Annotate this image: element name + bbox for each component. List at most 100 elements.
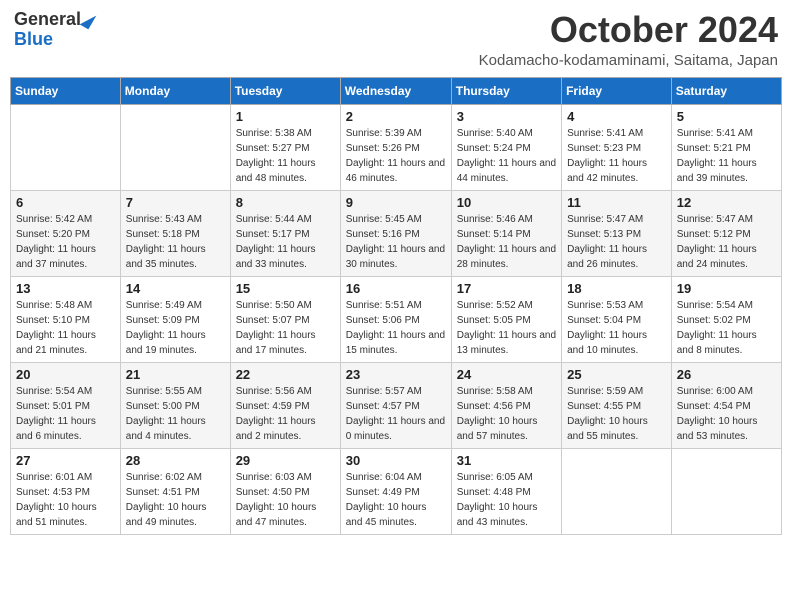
calendar-cell: 11Sunrise: 5:47 AM Sunset: 5:13 PM Dayli… [562, 190, 672, 276]
calendar-cell: 30 Sunrise: 6:04 AM Sunset: 4:49 PM Dayli… [340, 448, 451, 534]
day-info: Sunrise: 5:45 AM Sunset: 5:16 PM Dayligh… [346, 212, 446, 272]
day-info: Sunrise: 5:48 AM Sunset: 5:10 PM Dayligh… [16, 298, 115, 358]
calendar-cell: 14Sunrise: 5:49 AM Sunset: 5:09 PM Dayli… [120, 276, 230, 362]
calendar-cell: 22Sunrise: 5:56 AM Sunset: 4:59 PM Dayli… [230, 362, 340, 448]
calendar-header-row: SundayMondayTuesdayWednesdayThursdayFrid… [11, 77, 782, 104]
day-info: Sunrise: 5:50 AM Sunset: 5:07 PM Dayligh… [236, 298, 335, 358]
day-info: Sunrise: 5:58 AM Sunset: 4:56 PM Dayligh… [457, 384, 556, 444]
calendar-cell: 4 Sunrise: 5:41 AM Sunset: 5:23 PM Daylig… [562, 104, 672, 190]
calendar-cell: 16 Sunrise: 5:51 AM Sunset: 5:06 PM Dayli… [340, 276, 451, 362]
calendar-week-4: 20 Sunrise: 5:54 AM Sunset: 5:01 PM Dayli… [11, 362, 782, 448]
calendar-subtitle: Kodamacho-kodamaminami, Saitama, Japan [479, 52, 778, 69]
calendar-cell: 2Sunrise: 5:39 AM Sunset: 5:26 PM Daylig… [340, 104, 451, 190]
calendar-week-5: 27Sunrise: 6:01 AM Sunset: 4:53 PM Dayli… [11, 448, 782, 534]
calendar-cell: 3 Sunrise: 5:40 AM Sunset: 5:24 PM Daylig… [451, 104, 561, 190]
day-info: Sunrise: 5:41 AM Sunset: 5:21 PM Dayligh… [677, 126, 776, 186]
page-header: General Blue October 2024 Kodamacho-koda… [10, 10, 782, 69]
day-info: Sunrise: 5:41 AM Sunset: 5:23 PM Dayligh… [567, 126, 666, 186]
title-block: October 2024 Kodamacho-kodamaminami, Sai… [479, 10, 778, 69]
calendar-cell: 29 Sunrise: 6:03 AM Sunset: 4:50 PM Dayli… [230, 448, 340, 534]
logo-blue: Blue [14, 30, 53, 50]
day-info: Sunrise: 5:47 AM Sunset: 5:12 PM Dayligh… [677, 212, 776, 272]
day-info: Sunrise: 5:42 AM Sunset: 5:20 PM Dayligh… [16, 212, 115, 272]
day-info: Sunrise: 6:05 AM Sunset: 4:48 PM Dayligh… [457, 470, 556, 530]
day-number: 6 [16, 195, 115, 210]
day-info: Sunrise: 6:00 AM Sunset: 4:54 PM Dayligh… [677, 384, 776, 444]
day-number: 23 [346, 367, 446, 382]
calendar-cell: 6 Sunrise: 5:42 AM Sunset: 5:20 PM Daylig… [11, 190, 121, 276]
calendar-cell: 18 Sunrise: 5:53 AM Sunset: 5:04 PM Dayli… [562, 276, 672, 362]
day-info: Sunrise: 5:39 AM Sunset: 5:26 PM Dayligh… [346, 126, 446, 186]
day-number: 24 [457, 367, 556, 382]
header-saturday: Saturday [671, 77, 781, 104]
day-number: 16 [346, 281, 446, 296]
day-info: Sunrise: 5:52 AM Sunset: 5:05 PM Dayligh… [457, 298, 556, 358]
day-number: 7 [126, 195, 225, 210]
day-info: Sunrise: 5:59 AM Sunset: 4:55 PM Dayligh… [567, 384, 666, 444]
day-info: Sunrise: 6:03 AM Sunset: 4:50 PM Dayligh… [236, 470, 335, 530]
day-number: 1 [236, 109, 335, 124]
day-info: Sunrise: 5:54 AM Sunset: 5:01 PM Dayligh… [16, 384, 115, 444]
day-number: 30 [346, 453, 446, 468]
header-monday: Monday [120, 77, 230, 104]
day-number: 21 [126, 367, 225, 382]
calendar-cell: 27Sunrise: 6:01 AM Sunset: 4:53 PM Dayli… [11, 448, 121, 534]
calendar-week-1: 1 Sunrise: 5:38 AM Sunset: 5:27 PM Daylig… [11, 104, 782, 190]
day-info: Sunrise: 5:54 AM Sunset: 5:02 PM Dayligh… [677, 298, 776, 358]
calendar-cell [671, 448, 781, 534]
day-number: 19 [677, 281, 776, 296]
day-number: 26 [677, 367, 776, 382]
calendar-cell: 12Sunrise: 5:47 AM Sunset: 5:12 PM Dayli… [671, 190, 781, 276]
logo-icon [80, 10, 97, 29]
calendar-cell: 1 Sunrise: 5:38 AM Sunset: 5:27 PM Daylig… [230, 104, 340, 190]
day-info: Sunrise: 5:55 AM Sunset: 5:00 PM Dayligh… [126, 384, 225, 444]
calendar-title: October 2024 [479, 10, 778, 50]
day-number: 31 [457, 453, 556, 468]
calendar-cell [11, 104, 121, 190]
calendar-week-2: 6 Sunrise: 5:42 AM Sunset: 5:20 PM Daylig… [11, 190, 782, 276]
day-info: Sunrise: 5:44 AM Sunset: 5:17 PM Dayligh… [236, 212, 335, 272]
calendar-cell: 15 Sunrise: 5:50 AM Sunset: 5:07 PM Dayli… [230, 276, 340, 362]
day-number: 15 [236, 281, 335, 296]
calendar-cell: 17Sunrise: 5:52 AM Sunset: 5:05 PM Dayli… [451, 276, 561, 362]
day-number: 9 [346, 195, 446, 210]
day-info: Sunrise: 5:51 AM Sunset: 5:06 PM Dayligh… [346, 298, 446, 358]
calendar-cell: 13Sunrise: 5:48 AM Sunset: 5:10 PM Dayli… [11, 276, 121, 362]
day-info: Sunrise: 5:47 AM Sunset: 5:13 PM Dayligh… [567, 212, 666, 272]
calendar-cell: 21 Sunrise: 5:55 AM Sunset: 5:00 PM Dayli… [120, 362, 230, 448]
calendar-cell: 31 Sunrise: 6:05 AM Sunset: 4:48 PM Dayli… [451, 448, 561, 534]
day-info: Sunrise: 6:04 AM Sunset: 4:49 PM Dayligh… [346, 470, 446, 530]
calendar-cell: 28 Sunrise: 6:02 AM Sunset: 4:51 PM Dayli… [120, 448, 230, 534]
day-number: 20 [16, 367, 115, 382]
calendar-week-3: 13Sunrise: 5:48 AM Sunset: 5:10 PM Dayli… [11, 276, 782, 362]
day-number: 18 [567, 281, 666, 296]
day-info: Sunrise: 5:38 AM Sunset: 5:27 PM Dayligh… [236, 126, 335, 186]
calendar-cell: 20 Sunrise: 5:54 AM Sunset: 5:01 PM Dayli… [11, 362, 121, 448]
calendar-cell: 9 Sunrise: 5:45 AM Sunset: 5:16 PM Daylig… [340, 190, 451, 276]
day-info: Sunrise: 5:46 AM Sunset: 5:14 PM Dayligh… [457, 212, 556, 272]
header-wednesday: Wednesday [340, 77, 451, 104]
logo-general: General [14, 10, 81, 30]
day-info: Sunrise: 5:53 AM Sunset: 5:04 PM Dayligh… [567, 298, 666, 358]
header-tuesday: Tuesday [230, 77, 340, 104]
day-number: 10 [457, 195, 556, 210]
day-number: 29 [236, 453, 335, 468]
day-info: Sunrise: 5:40 AM Sunset: 5:24 PM Dayligh… [457, 126, 556, 186]
calendar-cell: 7Sunrise: 5:43 AM Sunset: 5:18 PM Daylig… [120, 190, 230, 276]
calendar-table: SundayMondayTuesdayWednesdayThursdayFrid… [10, 77, 782, 535]
day-number: 4 [567, 109, 666, 124]
logo: General Blue [14, 10, 93, 50]
calendar-cell: 10 Sunrise: 5:46 AM Sunset: 5:14 PM Dayli… [451, 190, 561, 276]
day-info: Sunrise: 6:02 AM Sunset: 4:51 PM Dayligh… [126, 470, 225, 530]
day-number: 3 [457, 109, 556, 124]
day-info: Sunrise: 5:49 AM Sunset: 5:09 PM Dayligh… [126, 298, 225, 358]
day-number: 28 [126, 453, 225, 468]
header-sunday: Sunday [11, 77, 121, 104]
calendar-cell [562, 448, 672, 534]
calendar-cell: 24 Sunrise: 5:58 AM Sunset: 4:56 PM Dayli… [451, 362, 561, 448]
day-info: Sunrise: 5:57 AM Sunset: 4:57 PM Dayligh… [346, 384, 446, 444]
day-number: 22 [236, 367, 335, 382]
day-info: Sunrise: 6:01 AM Sunset: 4:53 PM Dayligh… [16, 470, 115, 530]
calendar-cell: 5Sunrise: 5:41 AM Sunset: 5:21 PM Daylig… [671, 104, 781, 190]
calendar-cell: 19 Sunrise: 5:54 AM Sunset: 5:02 PM Dayli… [671, 276, 781, 362]
